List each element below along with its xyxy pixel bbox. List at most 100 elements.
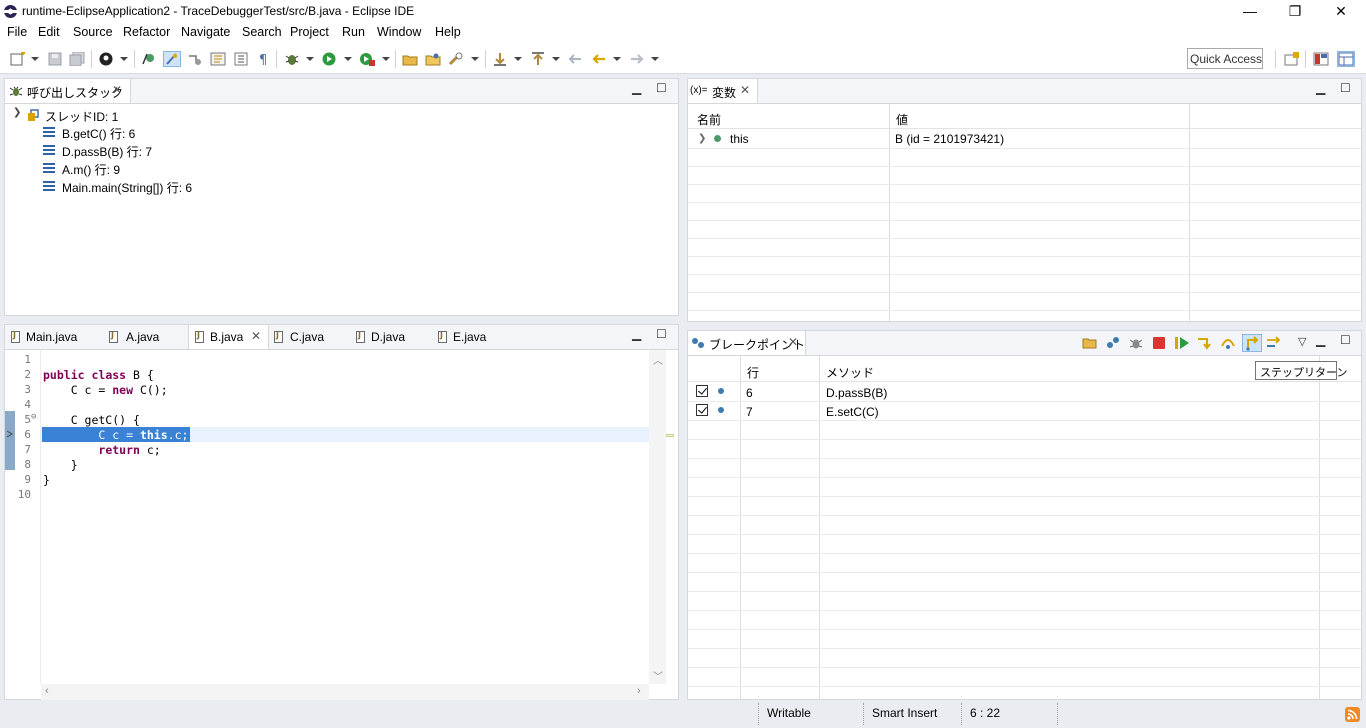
- save-all-icon[interactable]: [69, 52, 85, 66]
- paragraph-icon[interactable]: ¶: [256, 52, 272, 66]
- menu-file[interactable]: File: [7, 25, 27, 39]
- back-dropdown-icon[interactable]: [613, 57, 621, 61]
- previous-annotation-icon[interactable]: [530, 52, 546, 66]
- menu-navigate[interactable]: Navigate: [181, 25, 230, 39]
- forward-icon[interactable]: [629, 52, 645, 66]
- minimize-view-icon[interactable]: ▁: [632, 81, 641, 95]
- column-header-line[interactable]: 行: [747, 364, 759, 381]
- skip-breakpoints-icon[interactable]: [163, 51, 181, 67]
- scroll-left-icon[interactable]: ‹: [45, 685, 49, 697]
- forward-dropdown-icon[interactable]: [651, 57, 659, 61]
- close-icon[interactable]: ✕: [112, 83, 122, 97]
- run-dropdown-icon[interactable]: [344, 57, 352, 61]
- code-editor[interactable]: 1 2 3 4 5 ⊖ 6 7 8 9 10 public class B { …: [5, 349, 678, 700]
- drop-to-frame-icon[interactable]: [187, 52, 203, 66]
- quick-access-field[interactable]: Quick Access: [1187, 48, 1263, 69]
- search-dropdown-icon[interactable]: [471, 57, 479, 61]
- next-annotation-icon[interactable]: [492, 52, 508, 66]
- view-menu-icon[interactable]: ▽: [1298, 335, 1306, 348]
- last-edit-location-icon[interactable]: [567, 52, 583, 66]
- stack-frame[interactable]: D.passB(B) 行: 7: [62, 143, 152, 160]
- status-insert-mode[interactable]: Smart Insert: [872, 706, 937, 720]
- step-return-icon[interactable]: [1242, 334, 1262, 352]
- show-whitespace-icon[interactable]: [233, 52, 249, 66]
- debug-icon[interactable]: [284, 52, 300, 66]
- debug-perspective-icon[interactable]: [1337, 51, 1355, 67]
- tab-c-java[interactable]: C.java: [273, 325, 353, 349]
- maximize-view-icon[interactable]: ☐: [1340, 333, 1351, 347]
- stack-frame[interactable]: A.m() 行: 9: [62, 161, 120, 178]
- menu-window[interactable]: Window: [377, 25, 421, 39]
- new-dropdown-icon[interactable]: [31, 57, 39, 61]
- next-annotation-dropdown-icon[interactable]: [514, 57, 522, 61]
- minimize-view-icon[interactable]: ▁: [1316, 333, 1325, 347]
- resume-icon[interactable]: [1174, 336, 1190, 350]
- horizontal-scrollbar[interactable]: ‹ ›: [41, 684, 649, 700]
- column-header-value[interactable]: 値: [896, 111, 908, 128]
- open-perspective-icon[interactable]: [1284, 52, 1300, 66]
- tab-b-java[interactable]: B.java ✕: [188, 325, 269, 349]
- new-icon[interactable]: [10, 52, 26, 66]
- menu-refactor[interactable]: Refactor: [123, 25, 170, 39]
- save-icon[interactable]: [47, 52, 63, 66]
- open-task-icon[interactable]: [425, 52, 441, 66]
- scroll-up-icon[interactable]: ︿: [653, 352, 663, 367]
- tab-call-stack[interactable]: 呼び出しスタック ✕: [5, 79, 131, 103]
- tab-e-java[interactable]: E.java: [437, 325, 517, 349]
- debug-bug-icon[interactable]: [1128, 336, 1144, 350]
- vertical-scrollbar[interactable]: ︿ ﹀: [649, 350, 666, 684]
- external-tools-dropdown-icon[interactable]: [382, 57, 390, 61]
- column-header-name[interactable]: 名前: [697, 111, 721, 128]
- menu-help[interactable]: Help: [435, 25, 461, 39]
- menu-source[interactable]: Source: [73, 25, 113, 39]
- previous-annotation-dropdown-icon[interactable]: [552, 57, 560, 61]
- close-icon[interactable]: ✕: [251, 329, 261, 343]
- open-folder-icon[interactable]: [1082, 336, 1098, 350]
- run-to-line-icon[interactable]: [1266, 336, 1282, 350]
- tab-main-java[interactable]: Main.java: [5, 325, 97, 349]
- maximize-view-icon[interactable]: ☐: [656, 81, 667, 95]
- menu-edit[interactable]: Edit: [38, 25, 60, 39]
- tab-a-java[interactable]: A.java: [105, 325, 185, 349]
- maximize-button[interactable]: ❐: [1272, 0, 1318, 24]
- tab-breakpoints[interactable]: ブレークポイント ✕: [688, 331, 806, 355]
- toggle-breakpoint-icon[interactable]: [141, 52, 157, 66]
- add-breakpoint-icon[interactable]: [1105, 336, 1121, 350]
- use-step-filters-icon[interactable]: [210, 52, 226, 66]
- minimize-view-icon[interactable]: ▁: [632, 327, 641, 341]
- breakpoint-checkbox[interactable]: [696, 404, 708, 416]
- maximize-view-icon[interactable]: ☐: [656, 327, 667, 341]
- terminate-icon[interactable]: [1151, 336, 1167, 350]
- tab-variables[interactable]: (x)= 変数 ✕: [688, 79, 758, 103]
- stack-frame[interactable]: Main.main(String[]) 行: 6: [62, 179, 192, 196]
- debug-dropdown-icon[interactable]: [306, 57, 314, 61]
- stack-frame[interactable]: B.getC() 行: 6: [62, 125, 135, 142]
- thread-label[interactable]: スレッドID: 1: [45, 108, 118, 125]
- run-icon[interactable]: [321, 52, 337, 66]
- minimize-view-icon[interactable]: ▁: [1316, 81, 1325, 95]
- close-button[interactable]: ✕: [1318, 0, 1364, 24]
- tab-d-java[interactable]: D.java: [355, 325, 435, 349]
- close-icon[interactable]: ✕: [740, 83, 750, 97]
- minimize-button[interactable]: —: [1227, 0, 1273, 24]
- java-perspective-icon[interactable]: [1313, 52, 1329, 66]
- step-into-icon[interactable]: [1197, 336, 1213, 350]
- fold-collapse-icon[interactable]: ⊖: [31, 412, 39, 422]
- breakpoint-checkbox[interactable]: [696, 385, 708, 397]
- scroll-right-icon[interactable]: ›: [637, 685, 641, 697]
- maximize-view-icon[interactable]: ☐: [1340, 81, 1351, 95]
- profile-icon[interactable]: [98, 52, 114, 66]
- menu-search[interactable]: Search: [242, 25, 282, 39]
- profile-dropdown-icon[interactable]: [120, 57, 128, 61]
- back-icon[interactable]: [591, 52, 607, 66]
- open-type-icon[interactable]: [402, 52, 418, 66]
- scroll-down-icon[interactable]: ﹀: [653, 668, 663, 683]
- run-external-tools-icon[interactable]: [359, 52, 375, 66]
- search-icon[interactable]: [448, 52, 464, 66]
- column-header-method[interactable]: メソッド: [826, 364, 874, 381]
- close-icon[interactable]: ✕: [788, 335, 798, 349]
- rss-feed-icon[interactable]: [1345, 707, 1360, 722]
- menu-project[interactable]: Project: [290, 25, 329, 39]
- step-over-icon[interactable]: [1220, 336, 1236, 350]
- expand-chevron-icon[interactable]: ❯: [698, 133, 706, 144]
